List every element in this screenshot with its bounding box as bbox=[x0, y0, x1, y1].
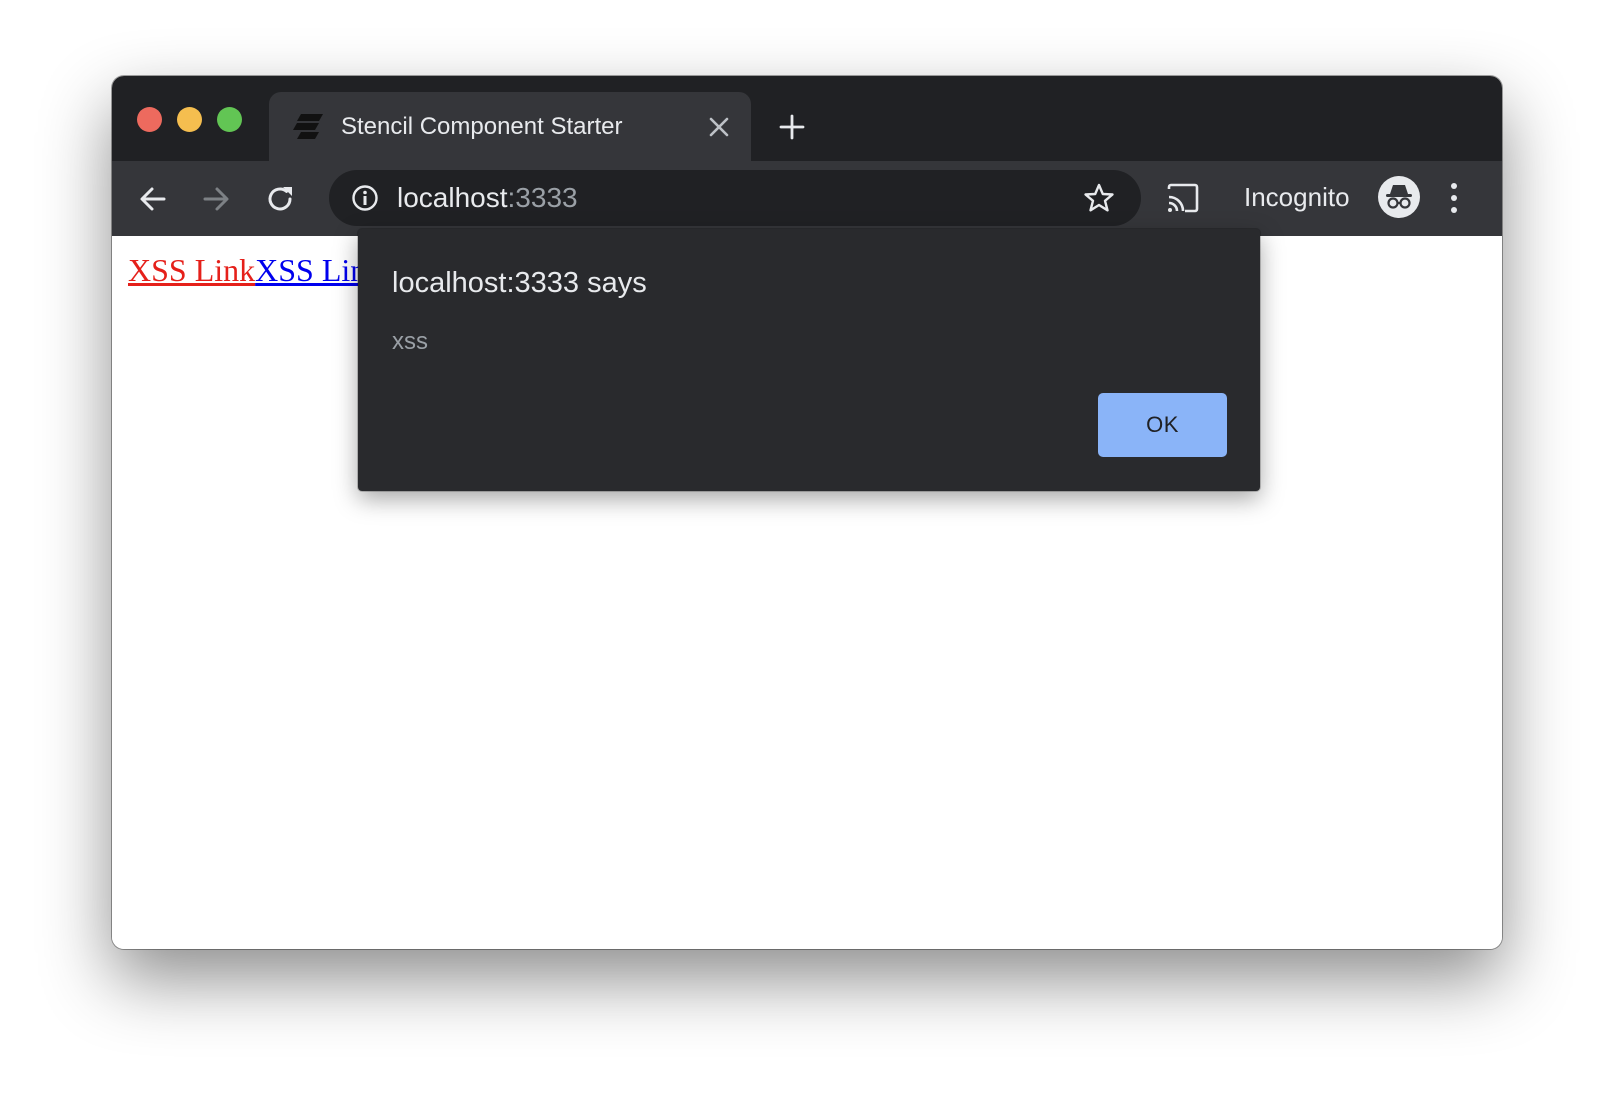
address-url: localhost:3333 bbox=[397, 181, 578, 215]
maximize-window-button[interactable] bbox=[217, 107, 242, 132]
tab-strip: Stencil Component Starter bbox=[112, 76, 1502, 161]
minimize-window-button[interactable] bbox=[177, 107, 202, 132]
address-host: localhost bbox=[397, 182, 508, 213]
bookmark-star-icon[interactable] bbox=[1083, 182, 1115, 214]
dialog-title: localhost:3333 says bbox=[392, 267, 647, 299]
close-tab-icon[interactable] bbox=[707, 115, 731, 139]
stencil-logo-icon bbox=[293, 114, 323, 139]
xss-link-red[interactable]: XSS Link bbox=[128, 252, 255, 288]
more-menu-icon[interactable] bbox=[1449, 181, 1459, 215]
browser-toolbar: localhost:3333 Incognito bbox=[112, 161, 1502, 236]
xss-links: XSS LinkXSS Lin bbox=[128, 250, 366, 290]
address-port: :3333 bbox=[507, 182, 578, 213]
arrow-right-icon[interactable] bbox=[200, 183, 232, 215]
incognito-label[interactable]: Incognito bbox=[1244, 180, 1350, 214]
cast-icon[interactable] bbox=[1166, 183, 1200, 213]
xss-link-blue[interactable]: XSS Lin bbox=[255, 252, 366, 288]
info-icon[interactable] bbox=[351, 184, 379, 212]
reload-icon[interactable] bbox=[264, 183, 296, 215]
arrow-left-icon[interactable] bbox=[137, 183, 169, 215]
dialog-message: xss bbox=[392, 328, 428, 355]
tab-stencil-component-starter[interactable]: Stencil Component Starter bbox=[269, 92, 751, 161]
incognito-avatar[interactable] bbox=[1378, 176, 1420, 218]
close-window-button[interactable] bbox=[137, 107, 162, 132]
alert-dialog: localhost:3333 says xss OK bbox=[358, 229, 1260, 491]
incognito-icon bbox=[1386, 185, 1412, 209]
new-tab-icon[interactable] bbox=[778, 113, 806, 141]
address-bar[interactable]: localhost:3333 bbox=[329, 170, 1141, 226]
browser-window: Stencil Component Starter localhost:3333… bbox=[112, 76, 1502, 949]
tab-title: Stencil Component Starter bbox=[341, 113, 623, 140]
ok-button[interactable]: OK bbox=[1098, 393, 1227, 457]
